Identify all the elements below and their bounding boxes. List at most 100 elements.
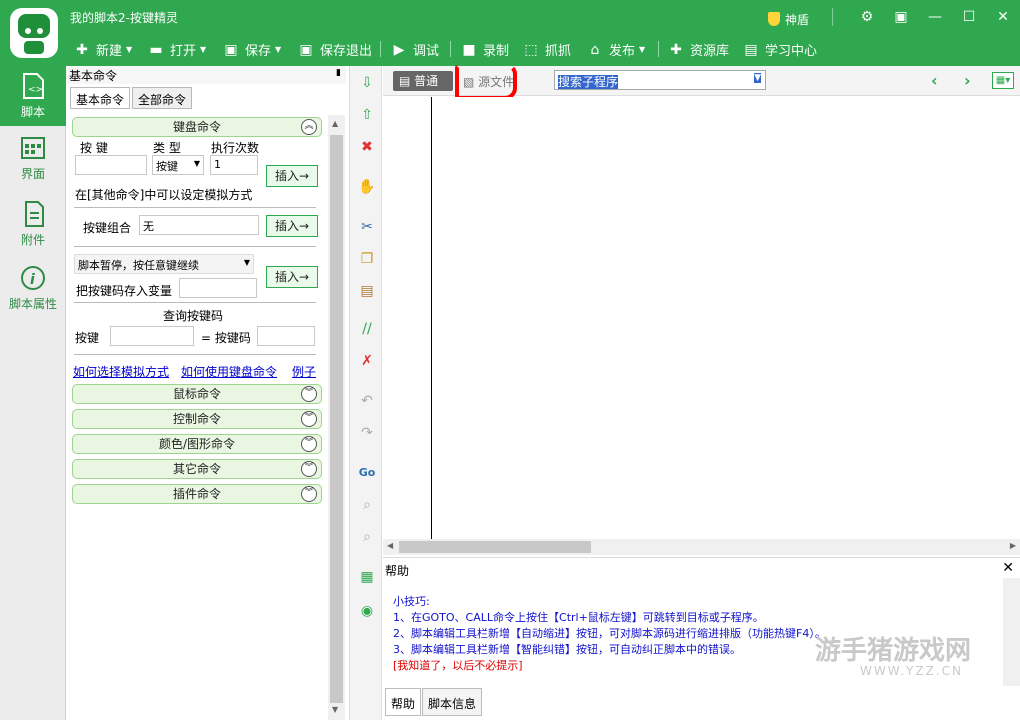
keyboard-commands-header[interactable]: 键盘命令 ︽	[72, 117, 322, 137]
other-commands-header[interactable]: 其它命令 ︾	[72, 459, 322, 479]
scroll-right-icon[interactable]: ▶	[1010, 541, 1016, 550]
scroll-down-icon[interactable]: ▼	[332, 705, 338, 714]
script-icon: <>	[23, 73, 44, 99]
collapse-icon[interactable]: ︽	[301, 119, 317, 135]
replace-icon[interactable]: ⌕	[358, 528, 376, 546]
nav-ui[interactable]: 界面	[0, 134, 66, 182]
divider	[74, 207, 316, 208]
toolbar-learn-button[interactable]: ▤ 学习中心	[743, 40, 817, 60]
toolbar-capture-button[interactable]: ⬚ 抓抓	[523, 40, 571, 60]
editor-hscrollbar[interactable]: ◀ ▶	[383, 539, 1020, 555]
expand-icon[interactable]: ︾	[301, 411, 317, 427]
toolbar-record-button[interactable]: ■ 录制	[461, 40, 509, 60]
shield-button[interactable]: 神盾	[768, 11, 809, 28]
tab-script-info[interactable]: 脚本信息	[422, 688, 483, 716]
link-keyboard-usage[interactable]: 如何使用键盘命令	[181, 363, 277, 380]
expand-icon[interactable]: ︾	[301, 436, 317, 452]
expand-icon[interactable]: ︾	[301, 386, 317, 402]
minimize-button[interactable]: —	[918, 9, 952, 25]
copy-icon[interactable]: ❐	[358, 250, 376, 268]
key-input[interactable]	[75, 155, 147, 175]
tab-help[interactable]: 帮助	[385, 688, 422, 716]
scrollbar-thumb[interactable]	[330, 135, 343, 703]
move-up-icon[interactable]: ⇧	[358, 106, 376, 124]
toolbar-save-button[interactable]: ▣ 保存 ▼	[223, 40, 281, 60]
insert-combo-button[interactable]: 插入→	[266, 215, 318, 237]
menu-dropdown-icon[interactable]: ▣	[884, 9, 918, 25]
find-icon[interactable]: ⌕	[358, 496, 376, 514]
maximize-button[interactable]: ☐	[952, 9, 986, 25]
nav-properties[interactable]: i 脚本属性	[0, 264, 66, 312]
panel-scrollbar[interactable]: ▲ ▼	[328, 115, 345, 720]
dismiss-tip-link[interactable]: [我知道了，以后不必提示]	[393, 658, 826, 674]
toolbar-new-button[interactable]: ✚ 新建 ▼	[74, 40, 132, 60]
hand-icon[interactable]: ✋	[358, 178, 376, 196]
expand-icon[interactable]: ︾	[301, 486, 317, 502]
uncomment-icon[interactable]: ✗	[358, 352, 376, 370]
help-scrollbar[interactable]	[1003, 578, 1020, 686]
control-commands-header[interactable]: 控制命令 ︾	[72, 409, 322, 429]
settings-gear-icon[interactable]: ⚙	[850, 9, 884, 25]
count-column-label: 执行次数	[211, 141, 260, 155]
tab-all-commands[interactable]: 全部命令	[132, 87, 193, 109]
hscroll-thumb[interactable]	[399, 541, 591, 553]
toolbar-publish-button[interactable]: ⌂ 发布 ▼	[587, 40, 646, 60]
close-button[interactable]: ✕	[986, 9, 1020, 25]
view-normal-button[interactable]: ▤ 普通	[393, 71, 453, 91]
combo-input[interactable]: 无	[139, 215, 259, 235]
query-code-label: = 按键码	[201, 331, 251, 345]
insert-key-button[interactable]: 插入→	[266, 165, 318, 187]
help-line: 1、在GOTO、CALL命令上按住【Ctrl+鼠标左键】可跳转到目标或子程序。	[393, 611, 764, 624]
search-subroutine-select[interactable]: 搜索子程序 ▼	[554, 70, 766, 90]
toolbar-save-exit-button[interactable]: ▣ 保存退出	[298, 40, 372, 60]
type-select[interactable]: 按键 ▼	[152, 155, 204, 175]
next-icon[interactable]: ›	[964, 71, 971, 90]
query-code-input[interactable]	[257, 326, 315, 346]
shield-icon	[768, 12, 780, 26]
toolbar-resource-button[interactable]: ✚ 资源库	[668, 40, 729, 60]
editor-gutter-line	[431, 97, 432, 539]
ui-icon	[21, 137, 45, 159]
count-input[interactable]: 1	[210, 155, 258, 175]
toolbar-debug-button[interactable]: ▶ 调试	[391, 40, 439, 60]
move-down-icon[interactable]: ⇩	[358, 74, 376, 92]
pin-icon[interactable]: ▮	[336, 68, 341, 78]
mouse-commands-header[interactable]: 鼠标命令 ︾	[72, 384, 322, 404]
nav-attachment[interactable]: 附件	[0, 200, 66, 248]
comment-icon[interactable]: //	[358, 320, 376, 338]
indent-icon[interactable]: ▦	[358, 568, 376, 586]
toolbar-open-button[interactable]: ▬ 打开 ▼	[148, 40, 206, 60]
layout-grid-icon[interactable]: ▦▾	[992, 72, 1014, 89]
nav-script[interactable]: <> 脚本	[0, 66, 66, 126]
store-keycode-input[interactable]	[179, 278, 257, 298]
delete-icon[interactable]: ✖	[358, 138, 376, 156]
pause-select[interactable]: 脚本暂停，按任意键继续 ▼	[74, 254, 254, 274]
tab-basic-commands[interactable]: 基本命令	[70, 87, 131, 109]
color-graphics-commands-header[interactable]: 颜色/图形命令 ︾	[72, 434, 322, 454]
cut-icon[interactable]: ✂	[358, 218, 376, 236]
scroll-up-icon[interactable]: ▲	[332, 119, 338, 128]
simulation-note: 在[其他命令]中可以设定模拟方式	[75, 188, 253, 202]
help-line: 小技巧:	[393, 595, 430, 608]
list-icon: ▤	[399, 74, 415, 88]
plugin-commands-header[interactable]: 插件命令 ︾	[72, 484, 322, 504]
toolbar-save-label: 保存	[245, 44, 272, 59]
svg-text:<>: <>	[28, 85, 43, 95]
link-example[interactable]: 例子	[292, 363, 316, 380]
query-key-input[interactable]	[110, 326, 194, 346]
save-icon: ▣	[224, 41, 238, 58]
insert-pause-button[interactable]: 插入→	[266, 266, 318, 288]
goto-icon[interactable]: Go	[358, 464, 376, 482]
scroll-left-icon[interactable]: ◀	[387, 541, 393, 550]
close-icon[interactable]: ✕	[1002, 560, 1014, 576]
expand-icon[interactable]: ︾	[301, 461, 317, 477]
undo-icon[interactable]: ↶	[358, 392, 376, 410]
code-editor[interactable]	[383, 97, 1020, 539]
link-simulation-mode[interactable]: 如何选择模拟方式	[73, 363, 169, 380]
attachment-icon	[25, 201, 44, 227]
prev-icon[interactable]: ‹	[931, 71, 938, 90]
type-column-label: 类 型	[153, 141, 181, 155]
paste-icon[interactable]: ▤	[358, 282, 376, 300]
check-icon[interactable]: ◉	[358, 602, 376, 620]
redo-icon[interactable]: ↷	[358, 424, 376, 442]
